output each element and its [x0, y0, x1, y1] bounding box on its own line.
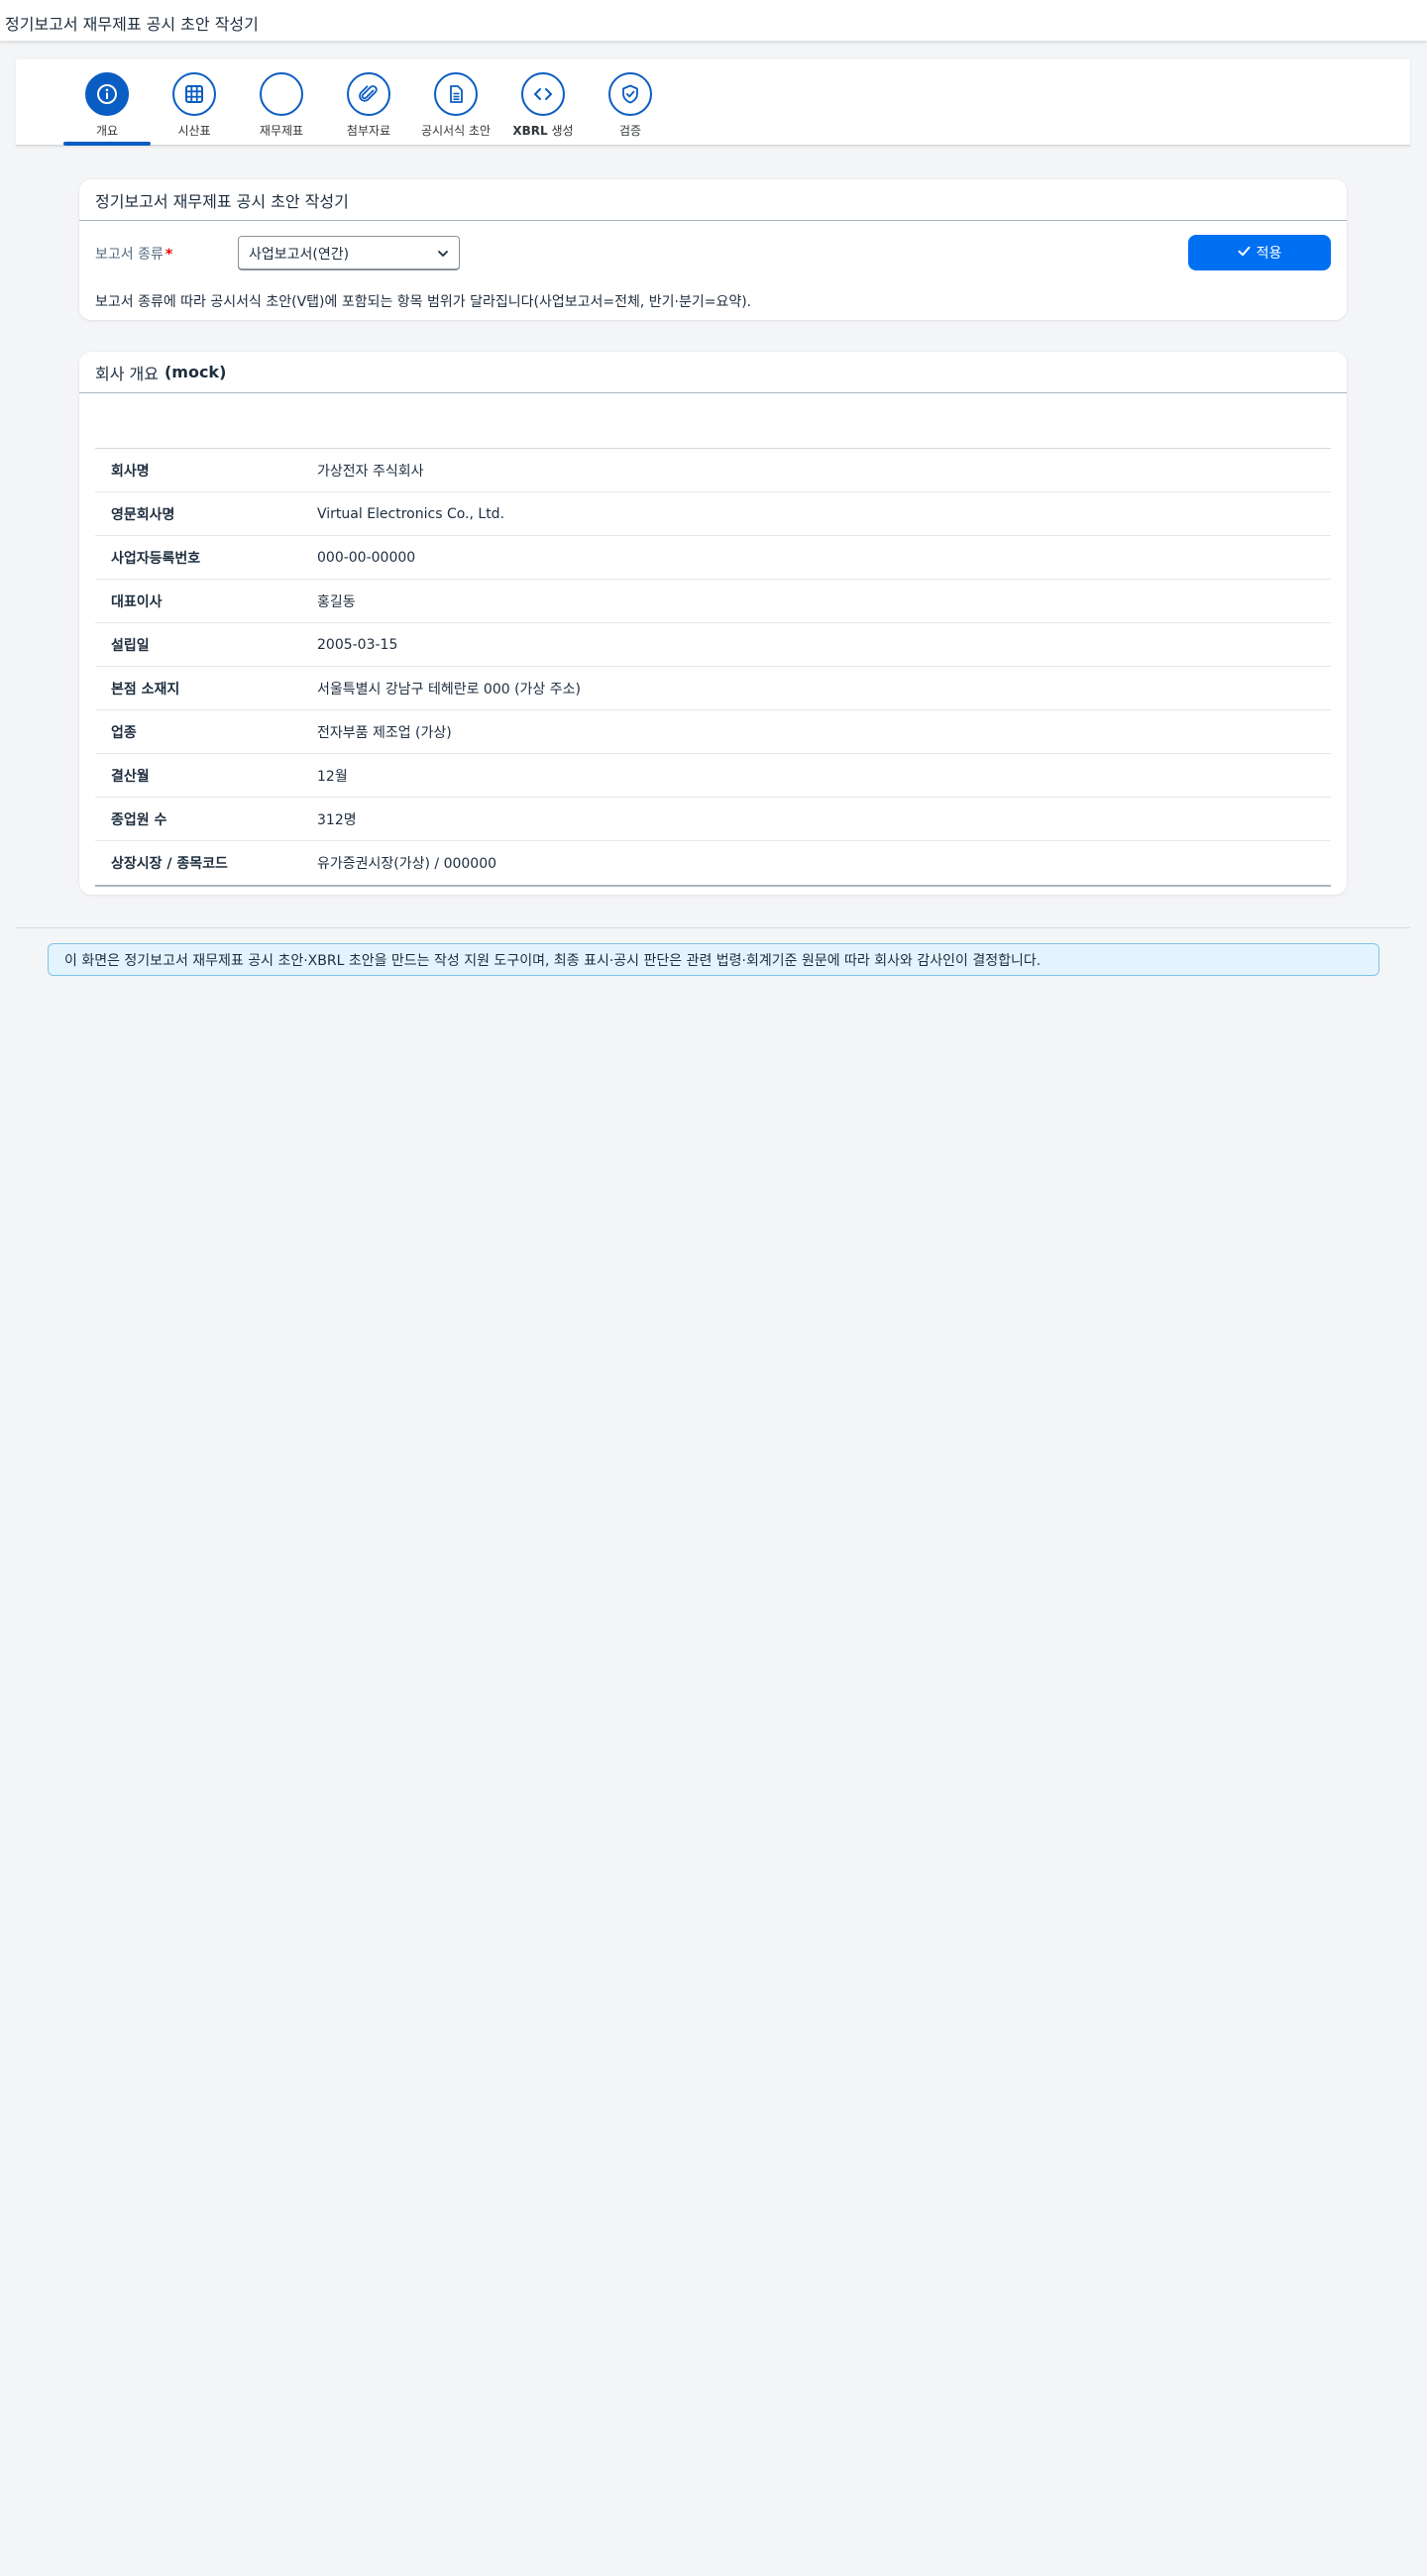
table-row: 업종 전자부품 제조업 (가상) [95, 710, 1331, 754]
row-key: 설립일 [111, 637, 150, 654]
table-row: 종업원 수 312명 [95, 798, 1331, 841]
info-icon [85, 72, 129, 116]
mock-tag: (mock) [164, 363, 227, 381]
row-value: 312명 [317, 811, 357, 828]
row-key: 영문회사명 [111, 506, 175, 523]
row-value: 유가증권시장(가상) / 000000 [317, 856, 497, 872]
card-header: 정기보고서 재무제표 공시 초안 작성기 [79, 179, 1347, 221]
row-key: 상장시장 / 종목코드 [111, 856, 228, 872]
row-value: 전자부품 제조업 (가상) [317, 724, 452, 741]
table-row: 영문회사명 Virtual Electronics Co., Ltd. [95, 492, 1331, 536]
row-value: 홍길동 [317, 593, 356, 610]
row-value: 가상전자 주식회사 [317, 463, 424, 480]
report-type-label: 보고서 종류 * [95, 247, 173, 263]
row-key: 회사명 [111, 463, 150, 480]
card-title: 회사 개요 [95, 364, 159, 383]
row-key: 사업자등록번호 [111, 550, 201, 567]
row-value: 서울특별시 강남구 테헤란로 000 (가상 주소) [317, 681, 581, 698]
table-row: 대표이사 홍길동 [95, 580, 1331, 623]
notice-text: 이 화면은 정기보고서 재무제표 공시 초안·XBRL 초안을 만드는 작성 지… [64, 952, 1042, 969]
divider [16, 927, 1410, 928]
paperclip-icon [347, 72, 390, 116]
chevron-down-icon [437, 248, 449, 264]
row-value: Virtual Electronics Co., Ltd. [317, 505, 505, 522]
empty-circle-icon [260, 72, 303, 116]
report-type-hint: 보고서 종류에 따라 공시서식 초안(Ⅴ탭)에 포함되는 항목 범위가 달라집니… [95, 294, 752, 310]
check-icon [1238, 245, 1251, 262]
shell-bar: 정기보고서 재무제표 공시 초안 작성기 [0, 0, 1427, 42]
shield-check-icon [608, 72, 652, 116]
company-overview-card: 회사 개요 (mock) 회사명 가상전자 주식회사영문회사명 Virtual El… [79, 352, 1347, 895]
table-row: 사업자등록번호 000-00-00000 [95, 536, 1331, 580]
company-info-table: 회사명 가상전자 주식회사영문회사명 Virtual Electronics Co.… [95, 448, 1331, 887]
row-key: 업종 [111, 724, 137, 741]
card-header: 회사 개요 (mock) [79, 352, 1347, 393]
table-row: 회사명 가상전자 주식회사 [95, 449, 1331, 492]
row-key: 대표이사 [111, 593, 163, 610]
step-disclosure-draft[interactable]: 공시서식 초안 [412, 59, 499, 146]
wizard-steps: 개요 시산표 재무제표 첨부자료 공시서식 초안 XBRL 생성 검증 [16, 59, 1410, 146]
step-validation[interactable]: 검증 [587, 59, 674, 146]
table-row: 설립일 2005-03-15 [95, 623, 1331, 667]
info-notice: 이 화면은 정기보고서 재무제표 공시 초안·XBRL 초안을 만드는 작성 지… [48, 943, 1379, 976]
row-value: 2005-03-15 [317, 636, 398, 653]
step-trial-balance[interactable]: 시산표 [151, 59, 238, 146]
report-type-value: 사업보고서(연간) [249, 246, 350, 263]
row-value: 000-00-00000 [317, 549, 416, 566]
report-type-select[interactable]: 사업보고서(연간) [238, 236, 460, 270]
table-row: 결산월 12월 [95, 754, 1331, 798]
apply-button-label: 적용 [1256, 246, 1282, 262]
step-label: 검증 [618, 124, 642, 138]
row-key: 결산월 [111, 768, 150, 785]
grid-table-icon [172, 72, 216, 116]
row-value: 12월 [317, 768, 348, 785]
step-xbrl-generation[interactable]: XBRL 생성 [499, 59, 587, 146]
required-mark: * [165, 247, 173, 263]
table-row: 본점 소재지 서울특별시 강남구 테헤란로 000 (가상 주소) [95, 667, 1331, 710]
step-financial-statements[interactable]: 재무제표 [238, 59, 325, 146]
code-icon [521, 72, 565, 116]
card-title: 정기보고서 재무제표 공시 초안 작성기 [95, 191, 349, 211]
step-overview[interactable]: 개요 [63, 59, 151, 146]
app-title: 정기보고서 재무제표 공시 초안 작성기 [5, 15, 259, 34]
row-key: 종업원 수 [111, 811, 167, 828]
document-icon [434, 72, 478, 116]
active-step-indicator [63, 142, 151, 146]
table-row: 상장시장 / 종목코드 유가증권시장(가상) / 000000 [95, 841, 1331, 885]
step-attachments[interactable]: 첨부자료 [325, 59, 412, 146]
apply-button[interactable]: 적용 [1188, 235, 1331, 270]
row-key: 본점 소재지 [111, 681, 180, 698]
report-type-card: 정기보고서 재무제표 공시 초안 작성기 보고서 종류 * 사업보고서(연간) 적… [79, 179, 1347, 320]
